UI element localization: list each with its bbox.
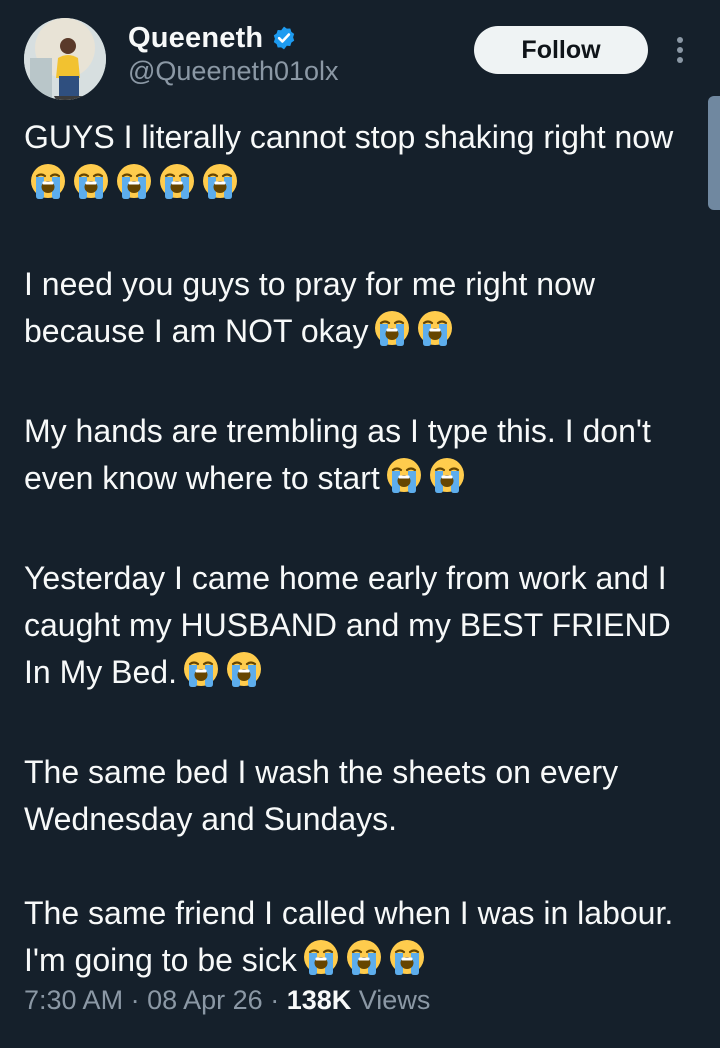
loudly-crying-face-icon bbox=[372, 308, 412, 348]
tweet-date[interactable]: 08 Apr 26 bbox=[147, 985, 263, 1015]
loudly-crying-face-icon bbox=[387, 937, 427, 977]
loudly-crying-face-icon bbox=[114, 161, 154, 201]
tweet-meta: 7:30 AM · 08 Apr 26 · 138K Views bbox=[24, 985, 430, 1016]
loudly-crying-face-icon bbox=[181, 649, 221, 689]
follow-button[interactable]: Follow bbox=[474, 26, 648, 74]
emoji-group bbox=[372, 308, 458, 361]
views-label: Views bbox=[358, 985, 431, 1015]
tweet-text: GUYS I literally cannot stop shaking rig… bbox=[24, 114, 696, 990]
emoji-group bbox=[181, 649, 267, 702]
loudly-crying-face-icon bbox=[200, 161, 240, 201]
emoji-group bbox=[301, 937, 430, 990]
avatar[interactable] bbox=[24, 18, 106, 100]
author-name-row: Queeneth bbox=[128, 20, 297, 56]
meta-separator: · bbox=[270, 985, 280, 1015]
tweet-paragraph: The same friend I called when I was in l… bbox=[24, 890, 696, 990]
tweet-time[interactable]: 7:30 AM bbox=[24, 985, 123, 1015]
verified-badge-icon bbox=[274, 26, 295, 50]
tweet-paragraph: GUYS I literally cannot stop shaking rig… bbox=[24, 114, 696, 214]
loudly-crying-face-icon bbox=[28, 161, 68, 201]
loudly-crying-face-icon bbox=[301, 937, 341, 977]
loudly-crying-face-icon bbox=[224, 649, 264, 689]
author-handle[interactable]: @Queeneth01olx bbox=[128, 56, 339, 87]
tweet-paragraph-text: I need you guys to pray for me right now… bbox=[24, 266, 595, 349]
tweet-paragraph: The same bed I wash the sheets on every … bbox=[24, 749, 696, 843]
tweet-paragraph: My hands are trembling as I type this. I… bbox=[24, 408, 696, 508]
tweet-paragraph-text: GUYS I literally cannot stop shaking rig… bbox=[24, 119, 674, 155]
loudly-crying-face-icon bbox=[157, 161, 197, 201]
tweet-paragraph-text: The same bed I wash the sheets on every … bbox=[24, 754, 619, 837]
views-count[interactable]: 138K bbox=[287, 985, 352, 1015]
loudly-crying-face-icon bbox=[415, 308, 455, 348]
tweet-paragraph: I need you guys to pray for me right now… bbox=[24, 261, 696, 361]
emoji-group bbox=[384, 455, 470, 508]
tweet-header: Queeneth @Queeneth01olx Follow bbox=[0, 0, 720, 110]
meta-separator: · bbox=[130, 985, 140, 1015]
loudly-crying-face-icon bbox=[384, 455, 424, 495]
scrollbar-thumb[interactable] bbox=[708, 96, 720, 210]
emoji-group bbox=[28, 161, 243, 214]
tweet-paragraph: Yesterday I came home early from work an… bbox=[24, 555, 696, 702]
author-display-name[interactable]: Queeneth bbox=[128, 22, 263, 55]
loudly-crying-face-icon bbox=[344, 937, 384, 977]
loudly-crying-face-icon bbox=[427, 455, 467, 495]
more-options-icon[interactable] bbox=[670, 34, 690, 66]
loudly-crying-face-icon bbox=[71, 161, 111, 201]
tweet-paragraph-text: Yesterday I came home early from work an… bbox=[24, 560, 671, 690]
tweet-paragraph-text: My hands are trembling as I type this. I… bbox=[24, 413, 651, 496]
